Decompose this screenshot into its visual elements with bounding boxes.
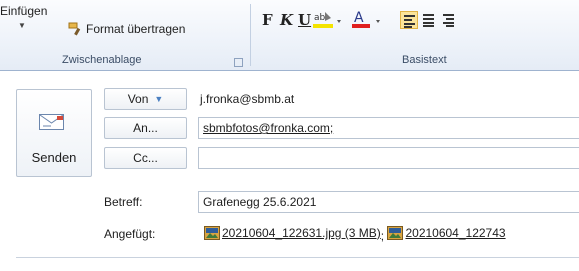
paste-button[interactable]: Einfügen ▼ bbox=[0, 4, 48, 32]
attachment-separator: ; bbox=[380, 229, 388, 243]
underline-button[interactable]: U bbox=[298, 10, 311, 30]
attachment-item[interactable]: 20210604_122743 bbox=[387, 223, 506, 243]
format-painter-icon bbox=[68, 22, 81, 36]
attachment-name: 20210604_122631.jpg (3 MB) bbox=[222, 226, 381, 240]
jpg-file-icon bbox=[387, 226, 404, 240]
format-painter-label: Format übertragen bbox=[86, 22, 186, 36]
cc-field[interactable] bbox=[198, 147, 579, 169]
basic-text-group-label: Basistext bbox=[402, 54, 447, 66]
bold-button[interactable]: F bbox=[262, 10, 273, 30]
subject-field[interactable]: Grafenegg 25.6.2021 bbox=[198, 191, 579, 213]
svg-text:A: A bbox=[354, 10, 364, 26]
align-left-icon[interactable] bbox=[400, 11, 418, 29]
attachments-field[interactable]: 20210604_122631.jpg (3 MB) ; 20210604_12… bbox=[198, 223, 579, 245]
paste-label: Einfügen bbox=[0, 4, 48, 18]
svg-text:ab: ab bbox=[314, 13, 326, 23]
message-header: Senden Von ▼ j.fronka@sbmb.at An... sbmb… bbox=[0, 71, 579, 271]
attachment-item[interactable]: 20210604_122631.jpg (3 MB) bbox=[204, 223, 381, 243]
to-recipient[interactable]: sbmbfotos@fronka.com; bbox=[203, 121, 333, 135]
to-field[interactable]: sbmbfotos@fronka.com; bbox=[198, 117, 579, 139]
from-button-label: Von bbox=[127, 92, 149, 106]
send-label: Senden bbox=[31, 150, 77, 165]
highlight-icon[interactable]: ab bbox=[311, 8, 345, 34]
to-button-label: An... bbox=[133, 121, 158, 135]
jpg-file-icon bbox=[204, 226, 220, 240]
font-color-icon[interactable]: A bbox=[350, 8, 384, 34]
cc-button[interactable]: Cc... bbox=[104, 147, 187, 169]
clipboard-group-label: Zwischenablage bbox=[62, 54, 142, 66]
send-envelope-icon bbox=[39, 114, 64, 130]
to-button[interactable]: An... bbox=[104, 117, 187, 139]
chevron-down-icon: ▼ bbox=[154, 94, 164, 104]
format-painter-button[interactable]: Format übertragen bbox=[68, 20, 185, 38]
attachment-name: 20210604_122743 bbox=[405, 226, 506, 240]
from-value: j.fronka@sbmb.at bbox=[200, 92, 295, 106]
from-button[interactable]: Von ▼ bbox=[104, 88, 187, 110]
group-separator bbox=[250, 4, 251, 66]
send-button[interactable]: Senden bbox=[16, 89, 92, 177]
align-right-icon[interactable] bbox=[440, 11, 458, 29]
clipboard-group: Einfügen ▼ Format übertragen Zwischenabl… bbox=[0, 0, 245, 70]
ribbon: Einfügen ▼ Format übertragen Zwischenabl… bbox=[0, 0, 579, 71]
message-body-divider bbox=[16, 257, 579, 258]
align-center-icon[interactable] bbox=[420, 11, 438, 29]
subject-label: Betreff: bbox=[104, 195, 143, 209]
cc-button-label: Cc... bbox=[133, 151, 158, 165]
chevron-down-icon: ▼ bbox=[18, 21, 26, 30]
attached-label: Angefügt: bbox=[104, 227, 156, 241]
clipboard-launcher-icon[interactable] bbox=[234, 58, 243, 67]
italic-button[interactable]: K bbox=[280, 10, 293, 30]
